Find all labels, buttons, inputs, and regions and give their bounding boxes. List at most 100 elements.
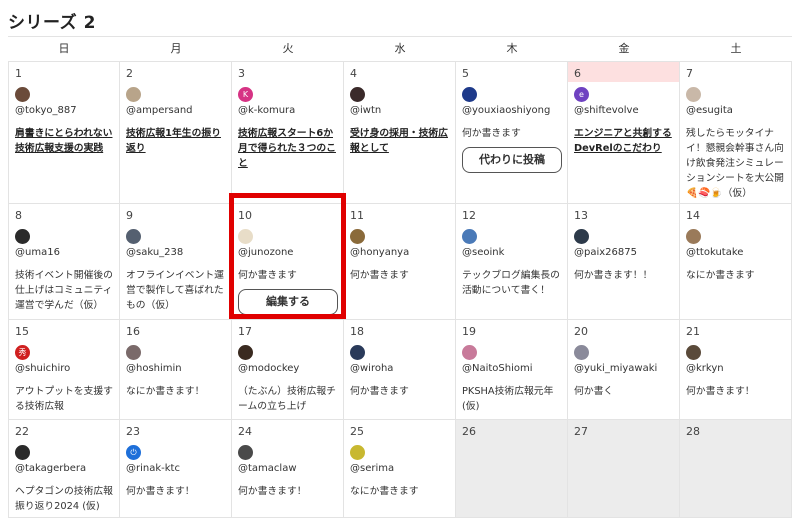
article-link[interactable]: 肩書きにとらわれない技術広報支援の実践 [15, 126, 113, 156]
entry-comment: なにか書きます [686, 270, 755, 281]
weekday-fri: 金 [618, 42, 630, 55]
username-link[interactable]: @hoshimin [126, 363, 225, 374]
day-number: 5 [462, 67, 469, 80]
entry-comment: なにか書きます！ [126, 386, 205, 397]
day-number: 20 [574, 325, 588, 338]
avatar-icon[interactable] [15, 229, 30, 244]
calendar-day-cell: 2 @ampersand 技術広報1年生の振り返り [120, 62, 232, 204]
avatar-icon[interactable] [238, 229, 253, 244]
username-link[interactable]: @serima [350, 463, 449, 474]
avatar-icon[interactable] [238, 345, 253, 360]
calendar-day-cell: 6 e @shiftevolve エンジニアと共創するDevRelのこだわり [568, 62, 680, 204]
day-number: 6 [574, 67, 581, 80]
username-link[interactable]: @takagerbera [15, 463, 113, 474]
weekday-thu: 木 [506, 42, 518, 55]
page-title: シリーズ 2 [8, 13, 96, 33]
username-link[interactable]: @youxiaoshiyong [462, 105, 561, 116]
article-link[interactable]: 技術広報スタート6か月で得られた３つのこと [238, 126, 337, 171]
calendar-day-cell: 10 @junozone 何か書きます編集する [232, 204, 344, 320]
avatar-icon[interactable]: K [238, 87, 253, 102]
day-number: 14 [686, 209, 700, 222]
avatar-icon[interactable] [15, 87, 30, 102]
avatar-icon[interactable] [462, 229, 477, 244]
calendar-day-cell: 20 @yuki_miyawaki 何か書く [568, 320, 680, 420]
calendar-day-cell: 1 @tokyo_887 肩書きにとらわれない技術広報支援の実践 [8, 62, 120, 204]
username-link[interactable]: @ampersand [126, 105, 225, 116]
username-link[interactable]: @uma16 [15, 247, 113, 258]
username-link[interactable]: @esugita [686, 105, 785, 116]
username-link[interactable]: @NaitoShiomi [462, 363, 561, 374]
day-number: 26 [462, 425, 476, 438]
article-link[interactable]: エンジニアと共創するDevRelのこだわり [574, 126, 673, 156]
entry-comment: 何か書きます [238, 270, 297, 281]
day-number: 22 [15, 425, 29, 438]
username-link[interactable]: @saku_238 [126, 247, 225, 258]
username-link[interactable]: @yuki_miyawaki [574, 363, 673, 374]
avatar-icon[interactable] [350, 229, 365, 244]
avatar-icon[interactable]: e [574, 87, 589, 102]
avatar-icon[interactable] [574, 229, 589, 244]
calendar-day-cell: 11 @honyanya 何か書きます [344, 204, 456, 320]
calendar-day-cell: 8 @uma16 技術イベント開催後の仕上げはコミュニティ運営で学んだ（仮） [8, 204, 120, 320]
username-link[interactable]: @ttokutake [686, 247, 785, 258]
edit-button[interactable]: 編集する [238, 289, 338, 315]
entry-comment: 何か書きます！ [126, 486, 195, 497]
avatar-icon[interactable] [574, 345, 589, 360]
entry-comment: 何か書きます [462, 128, 521, 139]
username-link[interactable]: @krkyn [686, 363, 785, 374]
avatar-icon[interactable] [686, 345, 701, 360]
avatar-icon[interactable]: ⏻ [126, 445, 141, 460]
weekday-mon: 月 [170, 42, 182, 55]
day-number: 10 [238, 209, 252, 222]
avatar-icon[interactable] [350, 87, 365, 102]
username-link[interactable]: @honyanya [350, 247, 449, 258]
avatar-icon[interactable] [462, 345, 477, 360]
entry-comment: テックブログ編集長の活動について書く！ [462, 270, 560, 296]
entry-comment: なにか書きます [350, 486, 419, 497]
avatar-icon[interactable] [126, 87, 141, 102]
day-number: 21 [686, 325, 700, 338]
username-link[interactable]: @iwtn [350, 105, 449, 116]
entry-comment: 技術イベント開催後の仕上げはコミュニティ運営で学んだ（仮） [15, 270, 113, 311]
username-link[interactable]: @shuichiro [15, 363, 113, 374]
article-link[interactable]: 技術広報1年生の振り返り [126, 126, 225, 156]
username-link[interactable]: @rinak-ktc [126, 463, 225, 474]
day-number: 19 [462, 325, 476, 338]
avatar-icon[interactable] [238, 445, 253, 460]
avatar-icon[interactable] [126, 345, 141, 360]
avatar-icon[interactable] [686, 229, 701, 244]
article-link[interactable]: 受け身の採用・技術広報として [350, 126, 449, 156]
avatar-icon[interactable] [350, 345, 365, 360]
calendar-day-cell: 18 @wiroha 何か書きます [344, 320, 456, 420]
avatar-icon[interactable] [15, 445, 30, 460]
username-link[interactable]: @tamaclaw [238, 463, 337, 474]
entry-comment: 何か書きます [350, 270, 409, 281]
calendar-day-cell: 28 [680, 420, 792, 518]
entry-comment: 何か書く [574, 386, 614, 397]
username-link[interactable]: @seoink [462, 247, 561, 258]
day-number: 17 [238, 325, 252, 338]
calendar-day-cell: 21 @krkyn 何か書きます！ [680, 320, 792, 420]
username-link[interactable]: @junozone [238, 247, 337, 258]
day-number: 28 [686, 425, 700, 438]
calendar-day-cell: 13 @paix26875 何か書きます！！ [568, 204, 680, 320]
avatar-icon[interactable] [462, 87, 477, 102]
username-link[interactable]: @k-komura [238, 105, 337, 116]
day-number: 11 [350, 209, 364, 222]
username-link[interactable]: @shiftevolve [574, 105, 673, 116]
day-number: 9 [126, 209, 133, 222]
calendar-day-cell: 4 @iwtn 受け身の採用・技術広報として [344, 62, 456, 204]
post-instead-button[interactable]: 代わりに投稿 [462, 147, 562, 173]
username-link[interactable]: @wiroha [350, 363, 449, 374]
username-link[interactable]: @paix26875 [574, 247, 673, 258]
username-link[interactable]: @modockey [238, 363, 337, 374]
calendar-day-cell: 5 @youxiaoshiyong 何か書きます代わりに投稿 [456, 62, 568, 204]
calendar-day-cell: 27 [568, 420, 680, 518]
avatar-icon[interactable] [686, 87, 701, 102]
avatar-icon[interactable] [350, 445, 365, 460]
avatar-icon[interactable] [126, 229, 141, 244]
avatar-icon[interactable]: 秀 [15, 345, 30, 360]
day-number: 23 [126, 425, 140, 438]
calendar-day-cell: 14 @ttokutake なにか書きます [680, 204, 792, 320]
username-link[interactable]: @tokyo_887 [15, 105, 113, 116]
